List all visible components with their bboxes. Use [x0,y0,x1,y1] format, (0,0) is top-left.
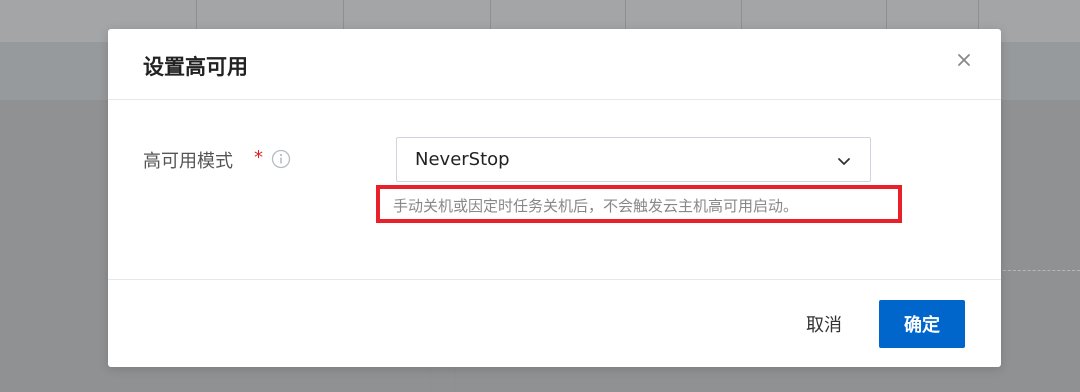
dialog-title: 设置高可用 [143,55,248,79]
background-dashed-line [998,270,1080,271]
ha-mode-hint: 手动关机或因定时任务关机后，不会触发云主机高可用启动。 [393,197,799,215]
dialog-header: 设置高可用 [108,29,1001,100]
ha-mode-select[interactable]: NeverStop [396,137,871,182]
ha-mode-label: 高可用模式 [143,151,233,172]
confirm-button[interactable]: 确定 [879,300,965,348]
close-icon[interactable] [955,51,973,69]
high-availability-dialog: 设置高可用 高可用模式 * NeverStop 手动关机或因定时任务关机后，不会… [108,29,1001,367]
cancel-button[interactable]: 取消 [780,300,868,348]
ha-mode-selected-value: NeverStop [415,149,510,170]
chevron-down-icon [836,153,852,169]
required-mark: * [254,147,263,168]
info-circle-icon[interactable] [271,149,291,169]
